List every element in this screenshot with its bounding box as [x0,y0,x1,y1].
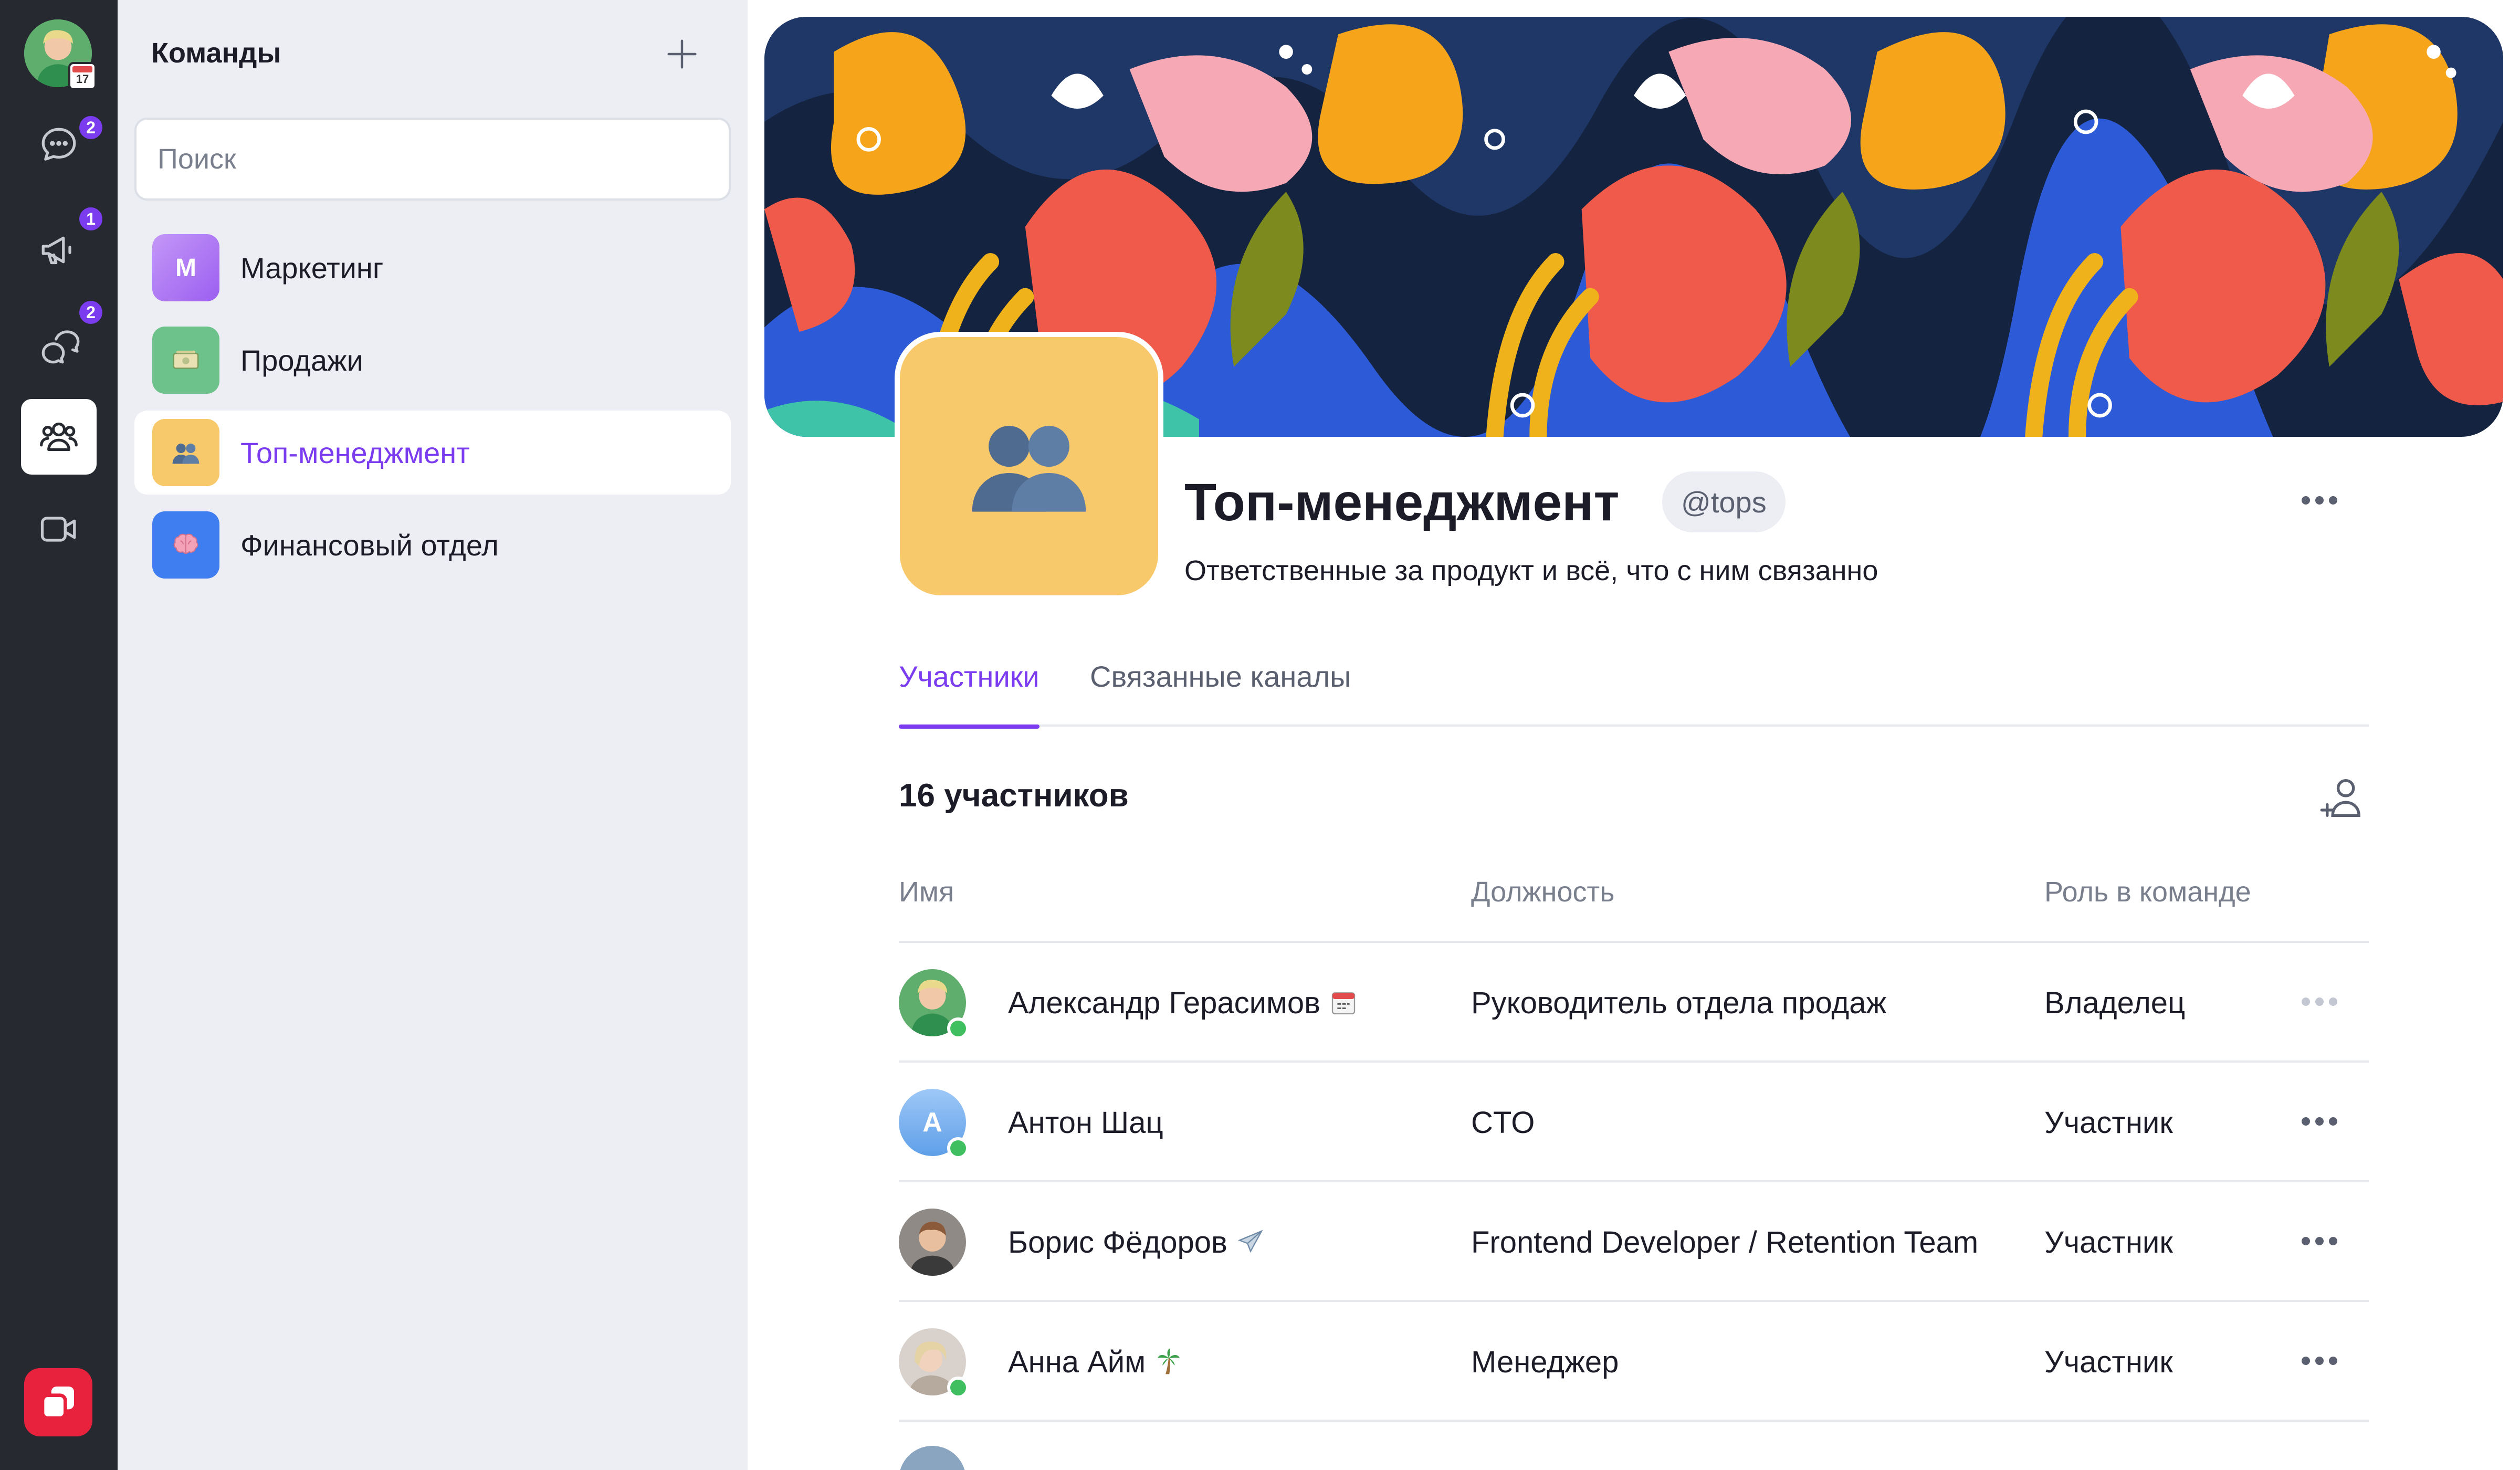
add-user-icon [2320,779,2360,817]
member-position: CTO [1471,1105,1535,1140]
chats-unread-badge: 2 [77,113,105,142]
team-item-label: Топ-менеджмент [240,436,470,469]
column-header-name[interactable]: Имя [899,876,954,908]
calendar-status-icon: 17 [68,62,97,90]
brain-icon [152,511,219,579]
team-more-options-button[interactable] [2302,496,2337,505]
add-team-button[interactable] [658,30,706,78]
table-row[interactable]: Борис Фёдоров Frontend Developer / Reten… [899,1182,2369,1302]
page-title: Топ-менеджмент [1184,473,1620,532]
column-header-role[interactable]: Роль в команде [2044,876,2251,908]
chat-bubble-icon [41,128,76,161]
megaphone-icon [41,236,71,265]
people-icon [152,419,219,486]
row-more-options-button[interactable] [2302,1237,2337,1245]
team-item-top-management[interactable]: Топ-менеджмент [134,411,731,495]
member-name[interactable]: Антон Шац [1008,1105,1163,1140]
people-icon [972,426,1086,512]
member-role: Участник [2044,1225,2173,1259]
app-rail: 17 2 1 2 [0,0,118,1470]
add-member-button[interactable] [2317,772,2370,824]
column-header-position[interactable]: Должность [1471,876,1614,908]
tab-members[interactable]: Участники [899,659,1040,729]
member-name[interactable]: Александр Герасимов [1008,985,1320,1021]
member-role: Участник [2044,1105,2173,1140]
team-profile: Топ-менеджмент @tops Ответственные за пр… [748,0,2520,1470]
team-letter-icon: М [152,234,219,301]
plus-icon [667,39,697,69]
team-item-marketing[interactable]: М Маркетинг [134,226,731,310]
rail-video-button[interactable] [21,491,97,567]
team-item-label: Финансовый отдел [240,528,499,562]
member-position: Менеджер [1471,1345,1619,1379]
app-logo[interactable] [24,1368,92,1436]
table-row[interactable]: Александр Герасимов Руководитель отдела … [899,943,2369,1063]
team-item-sales[interactable]: Продажи [134,318,731,402]
member-position: Frontend Developer / Retention Team [1471,1225,1979,1259]
team-icon [40,422,78,452]
announcements-unread-badge: 1 [77,205,105,233]
avatar [899,1209,966,1276]
rail-teams-button[interactable] [21,399,97,475]
members-count: 16 участников [899,778,1129,814]
threads-unread-badge: 2 [77,298,105,327]
team-item-label: Маркетинг [240,251,384,285]
row-more-options-button[interactable] [2302,1117,2337,1126]
team-handle-badge[interactable]: @tops [1662,471,1786,532]
member-role: Участник [2044,1345,2173,1379]
team-item-label: Продажи [240,343,363,377]
money-icon [152,327,219,394]
palm-tree-icon [1158,1348,1180,1374]
video-camera-icon [40,517,76,542]
row-divider [899,1420,2369,1422]
online-indicator [947,1377,969,1399]
airplane-icon [1237,1230,1263,1253]
calendar-icon [1331,992,1356,1015]
member-position: Руководитель отдела продаж [1471,985,1887,1020]
table-row[interactable]: Анна Айм Менеджер Участник [899,1302,2369,1422]
teams-panel: Команды М Маркетинг Продажи Топ-менеджме… [118,0,748,1470]
member-name[interactable]: Анна Айм [1008,1345,1146,1380]
online-indicator [947,1017,969,1040]
member-role: Владелец [2044,985,2186,1020]
avatar [899,1446,966,1470]
team-search-input[interactable] [134,118,731,201]
team-avatar [895,332,1163,601]
threads-icon [41,330,80,364]
row-more-options-button[interactable] [2302,998,2337,1006]
member-name[interactable]: Борис Фёдоров [1008,1225,1227,1260]
table-row[interactable]: A Антон Шац CTO Участник [899,1063,2369,1182]
tab-linked-channels[interactable]: Связанные каналы [1090,659,1351,727]
team-item-finance[interactable]: Финансовый отдел [134,503,731,587]
team-tabs: Участники Связанные каналы [899,659,2369,729]
team-description: Ответственные за продукт и всё, что с ни… [1184,555,1878,586]
row-more-options-button[interactable] [2302,1357,2337,1365]
online-indicator [947,1137,969,1159]
panel-title: Команды [151,37,281,69]
